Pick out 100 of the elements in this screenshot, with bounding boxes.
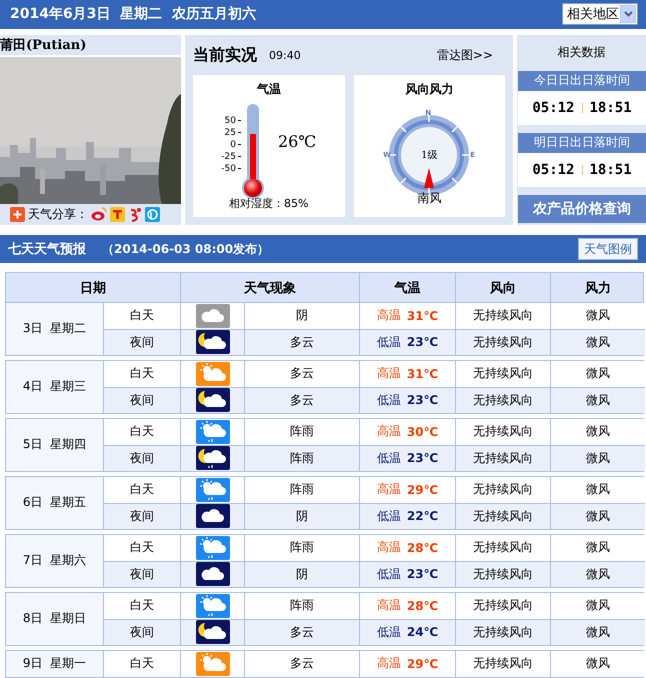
date-title: 2014年6月3日 星期二 农历五月初六 [10,5,256,24]
column-header: 风力 [550,273,645,302]
temp-label: 高温 [376,365,401,382]
temp-value: 28℃ [406,598,438,613]
wind-force-cell: 微风 [550,476,645,503]
wind-force-cell: 微风 [550,386,645,413]
period-cell: 夜间 [103,328,180,355]
temp-label: 低温 [376,450,401,467]
period-cell: 夜间 [103,386,180,413]
temp-label: 高温 [376,597,401,614]
wind-force-cell: 微风 [550,302,645,329]
price-query-button[interactable]: 农产品价格查询 [518,194,646,223]
sunset-time: 18:51 [590,100,632,116]
temp-value: 22℃ [406,509,438,524]
wind-direction-cell: 无持续风向 [455,618,550,645]
related-title: 相关数据 [556,44,606,62]
current-title: 当前实况 [193,45,257,66]
wind-force-cell: 微风 [550,444,645,471]
wind-direction-cell: 无持续风向 [455,444,550,471]
temp-label: 低温 [376,508,401,525]
temp-value: 29℃ [406,482,438,497]
period-cell: 夜间 [103,618,180,645]
wind-direction-cell: 无持续风向 [455,328,550,355]
temp-value: 28℃ [406,540,438,555]
wind-force-cell: 微风 [550,560,645,587]
period-cell: 夜间 [103,502,180,529]
sun-times-header: 今日日出日落时间 [518,70,646,91]
card-title: 气温 [256,80,281,98]
wind-force-cell: 微风 [550,618,645,645]
scale-tick: 25 [221,126,241,139]
date-cell: 4日 星期三 [6,360,103,413]
date-cell: 7日 星期六 [6,534,103,587]
wind-direction-cell: 无持续风向 [455,386,550,413]
column-header: 日期 [79,280,107,298]
chevron-down-icon [624,11,632,18]
weather-cell: 阴 [244,502,359,529]
sunrise-time: 05:12 [532,100,574,116]
square-logo-icon[interactable] [110,206,125,222]
temp-value: 31℃ [406,308,438,323]
period-cell: 夜间 [103,444,180,471]
wind-direction-cell: 无持续风向 [455,560,550,587]
date-cell: 9日 星期一 [6,650,103,677]
weather-cell: 阵雨 [244,444,359,471]
region-select[interactable]: 相关地区 [562,3,638,26]
temp-label: 高温 [376,423,401,440]
scale-tick: 0 [221,138,241,151]
scale-tick: 50 [221,114,241,127]
wind-force-cell: 微风 [550,328,645,355]
swirl-logo-icon[interactable] [128,206,142,222]
temp-value: 23℃ [406,567,438,582]
temp-value: 23℃ [406,393,438,408]
temp-label: 高温 [376,539,401,556]
temp-label: 低温 [376,566,401,583]
temperature-reading: 26℃ [278,132,316,151]
temp-value: 30℃ [406,424,438,439]
wind-force-cell: 微风 [550,592,645,619]
sun-times-header: 明日日出日落时间 [518,132,646,153]
issue-time: （2014-06-03 08:00发布） [102,240,270,258]
date-cell: 3日 星期二 [6,302,103,355]
date-cell: 5日 星期四 [6,418,103,471]
wind-force-cell: 微风 [550,502,645,529]
card-title: 风向风力 [405,80,454,98]
scale-tick: -25 [221,150,241,163]
period-cell: 夜间 [103,560,180,587]
temp-value: 24℃ [406,625,438,640]
humidity-text: 相对湿度：85% [229,196,308,211]
temp-value: 23℃ [406,335,438,350]
eye-logo-icon[interactable] [91,207,107,222]
temp-label: 高温 [376,307,401,324]
column-header: 气温 [359,273,455,302]
wind-force-cell: 微风 [550,650,645,677]
legend-button[interactable]: 天气图例 [578,238,638,260]
column-header: 风向 [455,273,550,302]
weather-cell: 多云 [244,386,359,413]
column-header: 天气现象 [180,273,359,302]
forecast-title: 七天天气预报 [8,241,86,258]
radar-link[interactable]: 雷达图>> [436,47,493,64]
wind-force: 1级 [420,148,438,162]
plus-icon[interactable] [10,206,25,222]
sunrise-time: 05:12 [532,162,574,178]
temp-label: 高温 [376,655,401,672]
temp-value: 23℃ [406,451,438,466]
date-cell: 8日 星期日 [6,592,103,645]
temp-label: 高温 [376,481,401,498]
temp-value: 31℃ [406,366,438,381]
temp-label: 低温 [376,624,401,641]
weather-cell: 阴 [244,560,359,587]
wind-direction-cell: 无持续风向 [455,502,550,529]
wind-force-cell: 微风 [550,360,645,387]
sunset-time: 18:51 [590,162,632,178]
temp-label: 低温 [376,334,401,351]
temp-label: 低温 [376,392,401,409]
wind-force-cell: 微风 [550,418,645,445]
share-label: 天气分享： [28,206,88,223]
wind-direction: 南风 [417,190,442,207]
observation-time: 09:40 [269,49,301,62]
wind-force-cell: 微风 [550,534,645,561]
scale-tick: -50 [221,162,241,175]
weather-cell: 多云 [244,618,359,645]
weather-cell: 多云 [244,328,359,355]
